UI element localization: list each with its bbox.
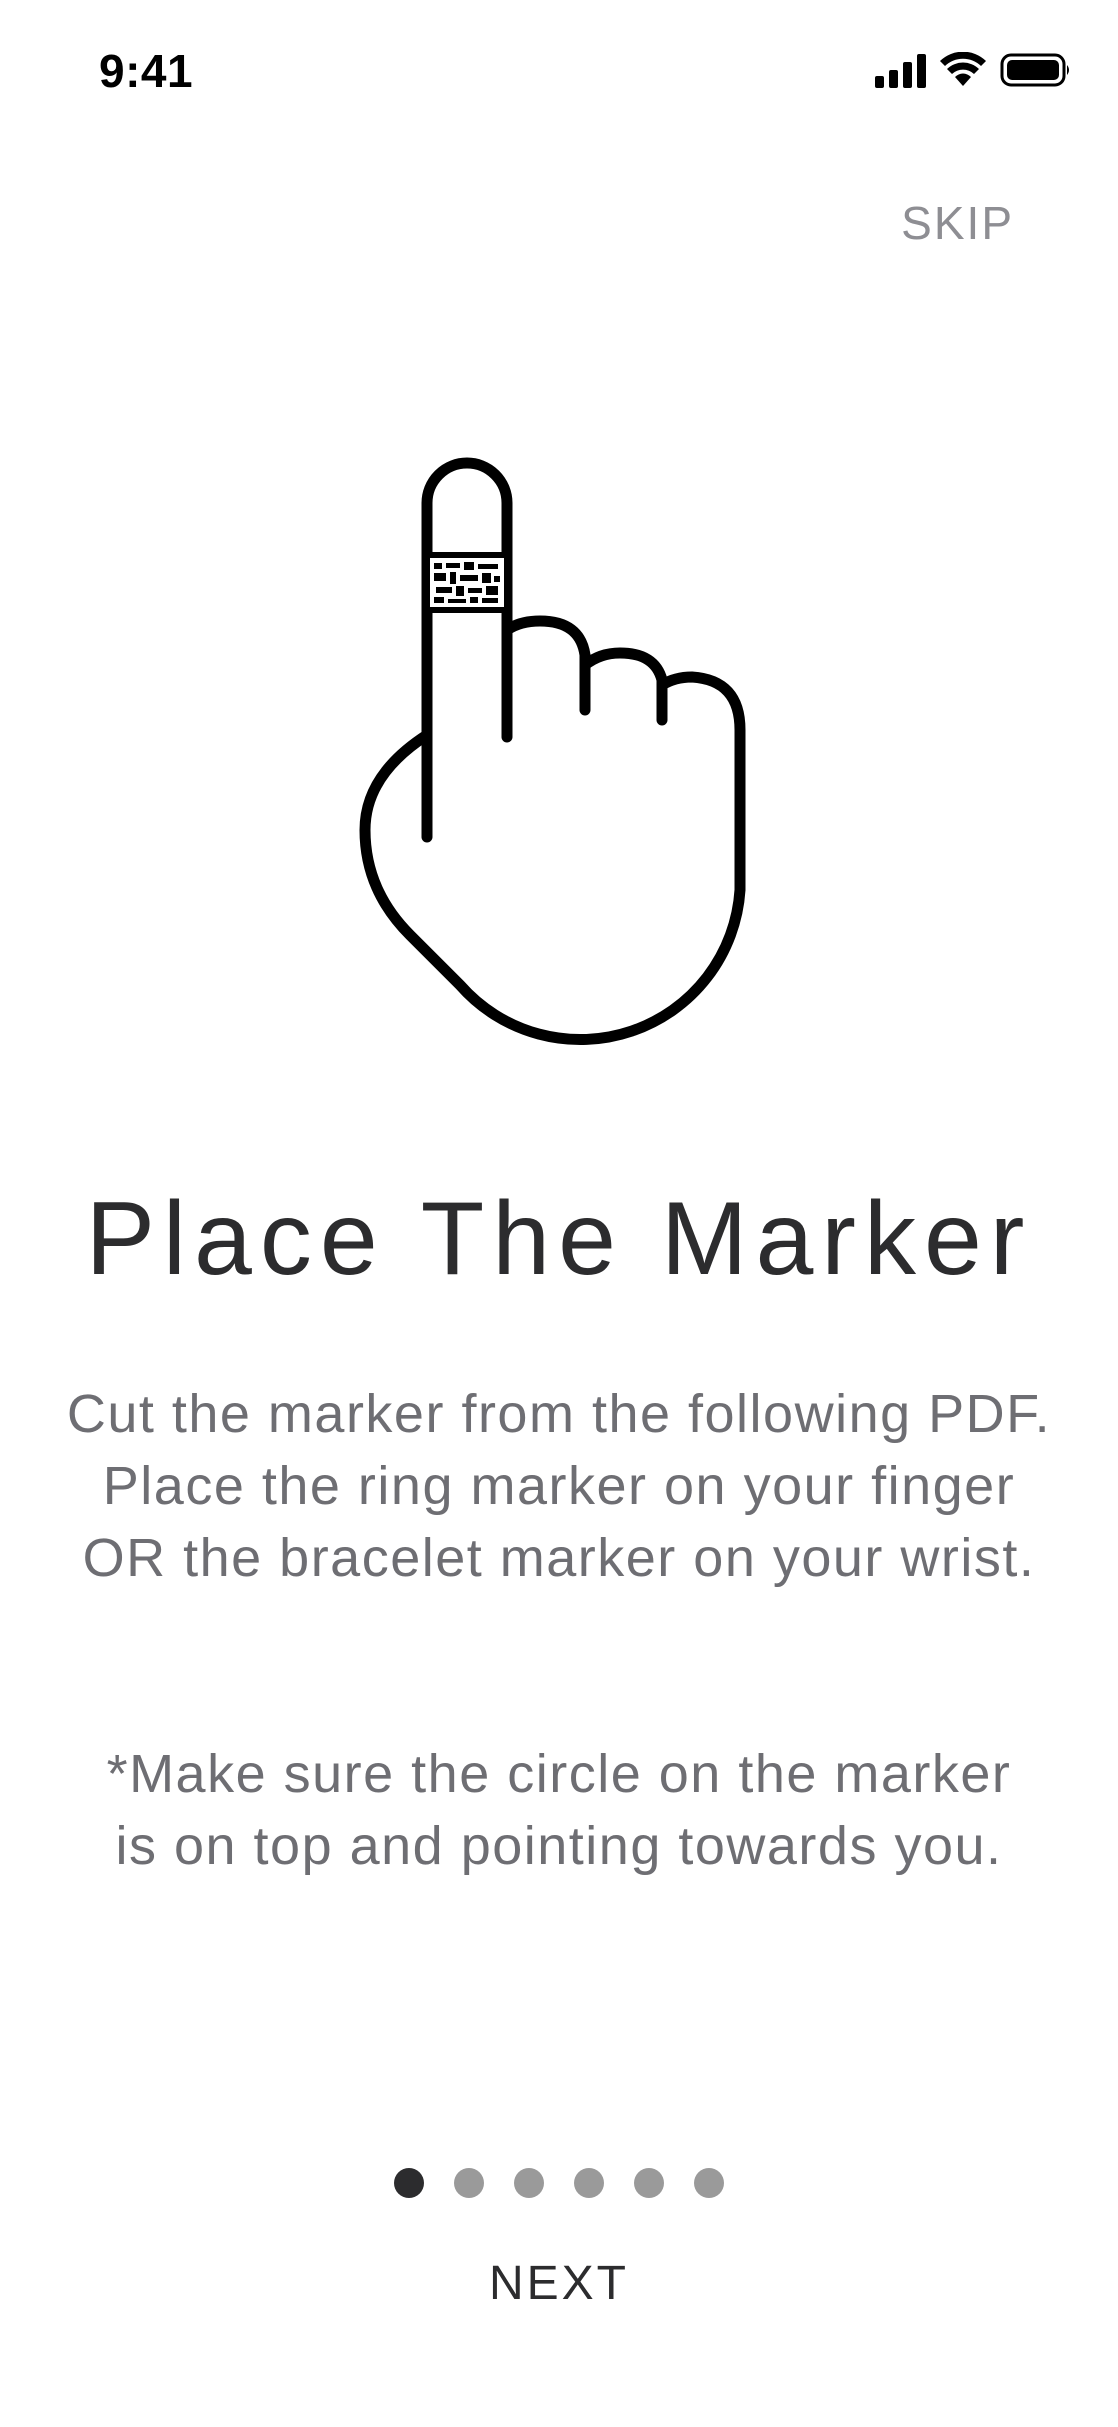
page-indicator [0, 2168, 1118, 2198]
skip-button[interactable]: SKIP [901, 196, 1014, 250]
status-bar: 9:41 [0, 0, 1118, 140]
page-dot-6[interactable] [694, 2168, 724, 2198]
status-time: 9:41 [99, 45, 194, 97]
next-button[interactable]: NEXT [0, 2256, 1118, 2311]
page-dot-1[interactable] [394, 2168, 424, 2198]
cellular-signal-icon [875, 52, 926, 88]
wifi-icon [940, 52, 986, 86]
page-title: Place The Marker [85, 1181, 1033, 1297]
page-dot-3[interactable] [514, 2168, 544, 2198]
status-icons [875, 52, 1072, 88]
battery-icon [1000, 53, 1069, 87]
page-dot-2[interactable] [454, 2168, 484, 2198]
page-dot-5[interactable] [634, 2168, 664, 2198]
instruction-text: Cut the marker from the following PDF. P… [66, 1384, 1052, 1588]
note-text: *Make sure the circle on the marker is o… [106, 1744, 1012, 1876]
page-dot-4[interactable] [574, 2168, 604, 2198]
finger-ring-marker-icon [359, 457, 746, 1046]
